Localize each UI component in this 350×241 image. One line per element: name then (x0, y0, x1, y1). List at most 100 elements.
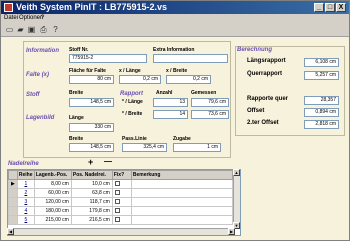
cell-reihe[interactable]: 3 (16, 197, 35, 207)
table-header-row: Reihe Lagenb.-Pos. Pos. Nadelrei. Fix? B… (8, 170, 233, 180)
x-breite-field[interactable]: 0,2 cm (166, 75, 211, 84)
col-bemerkung[interactable]: Bemerkung (130, 170, 233, 180)
app-icon (4, 3, 13, 12)
cell-bemerkung[interactable] (130, 197, 233, 207)
menu-help[interactable]: ? (41, 15, 44, 21)
row-selector[interactable] (8, 188, 18, 198)
scroll-left-icon[interactable]: ◀ (7, 228, 14, 235)
cell-reihe[interactable]: 2 (16, 188, 35, 198)
row-selector[interactable] (8, 206, 18, 216)
table-row[interactable]: ▶ 1 8,00 cm 10,0 cm (8, 179, 233, 189)
new-icon[interactable]: ▭ (4, 25, 15, 35)
close-button[interactable]: X (336, 3, 346, 12)
cell-lagenb[interactable]: 180,00 cm (33, 206, 72, 216)
add-row-button[interactable]: + (88, 157, 93, 167)
vertical-scrollbar[interactable]: ▲ ▼ (233, 169, 240, 229)
cell-fix[interactable] (111, 197, 132, 207)
lange-field[interactable]: 330 cm (69, 123, 114, 132)
cell-pos[interactable]: 10,0 cm (70, 179, 113, 189)
pass-linie-field[interactable]: 325,4 cm (122, 143, 167, 152)
cell-reihe[interactable]: 5 (16, 215, 35, 225)
print-icon[interactable]: ⎙ (38, 25, 49, 35)
cell-bemerkung[interactable] (130, 215, 233, 225)
fix-checkbox[interactable] (114, 199, 120, 205)
col-pos-nadelreihe[interactable]: Pos. Nadelrei. (70, 170, 113, 180)
table-row[interactable]: 3 120,00 cm 118,7 cm (8, 197, 233, 207)
horizontal-scrollbar[interactable]: ◀ ▶ (7, 228, 235, 235)
fix-checkbox[interactable] (114, 217, 120, 223)
cell-lagenb[interactable]: 60,00 cm (33, 188, 72, 198)
extra-info-field[interactable] (153, 54, 228, 63)
cell-lagenb[interactable]: 215,00 cm (33, 215, 72, 225)
menu-bar: Datei Optionen ? (1, 14, 349, 23)
anzahl-label: Anzahl (156, 90, 173, 96)
window-title: Veith System PinIT : LB775915-2.vs (16, 2, 168, 12)
remove-row-button[interactable]: — (104, 157, 112, 166)
fix-checkbox[interactable] (114, 190, 120, 196)
row-selector[interactable] (8, 215, 18, 225)
row-selector[interactable] (8, 197, 18, 207)
zugabe-label: Zugabe (173, 136, 191, 142)
information-label: Information (26, 48, 59, 54)
breite-label: Breite (69, 90, 84, 96)
cell-bemerkung[interactable] (130, 188, 233, 198)
row-selector-icon[interactable]: ▶ (8, 179, 18, 189)
rapporte-quer-field[interactable]: 28,357 (304, 96, 339, 105)
cell-fix[interactable] (111, 206, 132, 216)
rapporte-quer-label: Rapporte quer (247, 96, 289, 102)
breite-field[interactable]: 148,5 cm (69, 98, 114, 107)
extra-info-label: Extra Information (153, 47, 195, 53)
x-lange-field[interactable]: 0,2 cm (119, 75, 161, 84)
cell-bemerkung[interactable] (130, 179, 233, 189)
r-breite-gemessen-field[interactable]: 73,6 cm (191, 110, 229, 119)
help-icon[interactable]: ? (50, 25, 61, 35)
cell-lagenb[interactable]: 120,00 cm (33, 197, 72, 207)
langsrapport-label: Längsrapport (247, 58, 286, 64)
r-lange-anzahl-field[interactable]: 13 (153, 98, 188, 107)
maximize-button[interactable]: □ (325, 3, 335, 12)
menu-optionen[interactable]: Optionen (19, 15, 43, 21)
fix-checkbox[interactable] (114, 208, 120, 214)
table-row[interactable]: 5 215,00 cm 216,5 cm (8, 215, 233, 225)
flaeche-field[interactable]: 80 cm (69, 75, 114, 84)
scroll-up-icon[interactable]: ▲ (233, 169, 240, 176)
offset-field[interactable]: 0,894 cm (304, 108, 339, 117)
cell-pos[interactable]: 118,7 cm (70, 197, 113, 207)
table-row[interactable]: 4 180,00 cm 179,8 cm (8, 206, 233, 216)
row-indicator-header (8, 170, 18, 180)
open-icon[interactable]: ▰ (15, 25, 26, 35)
cell-pos[interactable]: 216,5 cm (70, 215, 113, 225)
menu-datei[interactable]: Datei (4, 15, 18, 21)
cell-lagenb[interactable]: 8,00 cm (33, 179, 72, 189)
cell-fix[interactable] (111, 179, 132, 189)
cell-reihe[interactable]: 4 (16, 206, 35, 216)
lb-breite-field[interactable]: 148,5 cm (69, 143, 114, 152)
col-reihe[interactable]: Reihe (16, 170, 35, 180)
langsrapport-field[interactable]: 6,108 cm (304, 58, 339, 67)
cell-pos[interactable]: 179,8 cm (70, 206, 113, 216)
zugabe-field[interactable]: 1 cm (173, 143, 221, 152)
querrapport-field[interactable]: 5,257 cm (304, 71, 339, 80)
r-breite-anzahl-field[interactable]: 14 (153, 110, 188, 119)
table-row[interactable]: 2 60,00 cm 63,8 cm (8, 188, 233, 198)
save-icon[interactable]: ▣ (26, 25, 37, 35)
minimize-button[interactable]: _ (314, 3, 324, 12)
cell-fix[interactable] (111, 188, 132, 198)
r-lange-gemessen-field[interactable]: 79,6 cm (191, 98, 229, 107)
offset2-field[interactable]: 2,818 cm (304, 120, 339, 129)
berechnung-label: Berechnung (237, 47, 273, 53)
fix-checkbox[interactable] (114, 181, 120, 187)
title-bar[interactable]: Veith System PinIT : LB775915-2.vs _ □ X (1, 1, 349, 14)
app-window: Veith System PinIT : LB775915-2.vs _ □ X… (0, 0, 350, 241)
rapport-label: Rapport (120, 91, 143, 97)
cell-fix[interactable] (111, 215, 132, 225)
stoff-nr-field[interactable]: 775915-2 (69, 54, 147, 63)
querrapport-label: Querrapport (247, 71, 283, 77)
flaeche-label: Fläche für Falte (69, 68, 106, 74)
scroll-right-icon[interactable]: ▶ (228, 228, 235, 235)
cell-reihe[interactable]: 1 (16, 179, 35, 189)
col-lagenb-pos[interactable]: Lagenb.-Pos. (33, 170, 72, 180)
col-fix[interactable]: Fix? (111, 170, 132, 180)
cell-pos[interactable]: 63,8 cm (70, 188, 113, 198)
cell-bemerkung[interactable] (130, 206, 233, 216)
